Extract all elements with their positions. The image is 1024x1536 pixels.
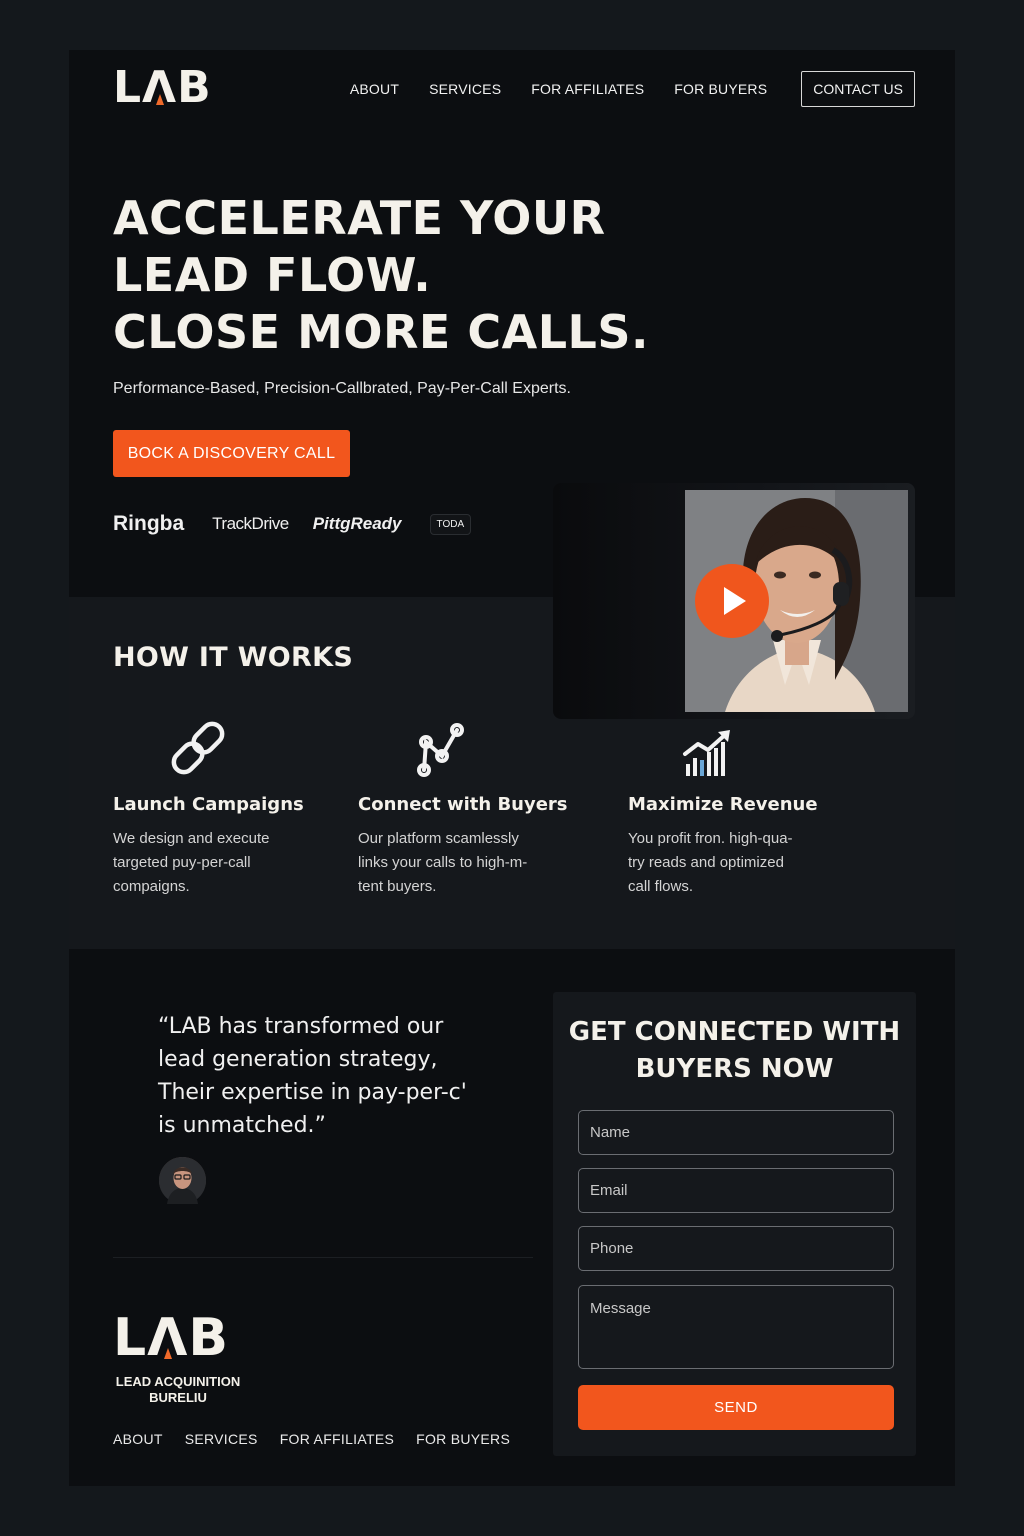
message-input[interactable] (578, 1285, 894, 1369)
step-title: Connect with Buyers (358, 794, 568, 815)
partner-toda: TODA (429, 513, 472, 535)
logo-letter-b: B (188, 1308, 230, 1368)
play-icon[interactable] (695, 564, 769, 638)
nav-about[interactable]: ABOUT (350, 81, 399, 97)
nav-for-affiliates[interactable]: FOR AFFILIATES (531, 81, 644, 97)
how-it-works-title: HOW IT WORKS (113, 642, 354, 673)
hero-title-line-2: LEAD FLOW. (113, 248, 432, 302)
name-input[interactable] (578, 1110, 894, 1155)
step-line: call flows. (628, 878, 694, 895)
step-title: Maximize Revenue (628, 794, 818, 815)
partner-trackdrive: TrackDrive (212, 514, 289, 533)
step-description: You profit fron. high-qua- try reads and… (628, 827, 818, 899)
footer-nav-services[interactable]: SERVICES (185, 1431, 258, 1447)
logo[interactable]: LΛB (113, 66, 212, 110)
logo-letter-l: L (113, 1308, 148, 1368)
phone-input[interactable] (578, 1226, 894, 1271)
form-title-line: BUYERS NOW (635, 1054, 834, 1084)
step-line: try reads and optimized (628, 854, 784, 871)
partner-pittgready: PittgReady (312, 514, 402, 533)
footer-logo[interactable]: LΛB LEAD ACQUINITION BURELIU (113, 1312, 243, 1406)
step-maximize-revenue: Maximize Revenue You profit fron. high-q… (628, 718, 818, 899)
email-input[interactable] (578, 1168, 894, 1213)
footer-nav: ABOUT SERVICES FOR AFFILIATES FOR BUYERS (113, 1431, 532, 1447)
hero-title: ACCELERATE YOUR LEAD FLOW. CLOSE MORE CA… (113, 190, 649, 361)
step-title: Launch Campaigns (113, 794, 304, 815)
hero-title-line-1: ACCELERATE YOUR (113, 191, 606, 245)
form-title-line: GET CONNECTED WITH (568, 1017, 901, 1047)
video-player[interactable] (553, 483, 915, 719)
testimonial-quote: “LAB has transformed our lead generation… (158, 1010, 488, 1142)
step-line: You profit fron. high-qua- (628, 830, 793, 847)
quote-line: lead generation strategy, (158, 1047, 438, 1072)
logo-letter-b: B (177, 62, 212, 113)
quote-line: “LAB has transformed our (158, 1014, 444, 1039)
footer-nav-about[interactable]: ABOUT (113, 1431, 163, 1447)
footer-logo-sub-line: BURELIU (149, 1390, 207, 1405)
step-line: We design and execute (113, 830, 270, 847)
quote-line: is unmatched.” (158, 1113, 326, 1138)
step-line: compaigns. (113, 878, 190, 895)
main-nav: ABOUT SERVICES FOR AFFILIATES FOR BUYERS… (350, 71, 915, 107)
partner-logos: Ringba TrackDrive PittgReady TODA (113, 512, 472, 536)
chain-link-icon (113, 718, 304, 780)
nav-for-buyers[interactable]: FOR BUYERS (674, 81, 767, 97)
logo-letter-a: Λ (147, 1308, 189, 1368)
logo-letter-a: Λ (142, 62, 178, 113)
footer-logo-subtitle: LEAD ACQUINITION BURELIU (113, 1374, 243, 1406)
partner-ringba: Ringba (113, 512, 185, 535)
avatar (159, 1157, 206, 1204)
contact-form: GET CONNECTED WITH BUYERS NOW SEND (553, 992, 916, 1456)
book-discovery-call-button[interactable]: BOCK A DISCOVERY CALL (113, 430, 350, 477)
step-connect-with-buyers: Connect with Buyers Our platform scamles… (358, 718, 568, 899)
divider (113, 1257, 533, 1258)
step-line: targeted puy-per-call (113, 854, 251, 871)
send-button[interactable]: SEND (578, 1385, 894, 1430)
quote-line: Their expertise in pay-per-c' (158, 1080, 467, 1105)
form-title: GET CONNECTED WITH BUYERS NOW (553, 1014, 916, 1088)
footer-nav-for-affiliates[interactable]: FOR AFFILIATES (280, 1431, 394, 1447)
step-line: Our platform scamlessly (358, 830, 519, 847)
nav-services[interactable]: SERVICES (429, 81, 501, 97)
logo-letter-l: L (113, 62, 143, 113)
footer-logo-sub-line: LEAD ACQUINITION (115, 1374, 241, 1389)
step-description: We design and execute targeted puy-per-c… (113, 827, 304, 899)
contact-us-button[interactable]: CONTACT US (801, 71, 915, 107)
step-line: links your calls to high-m- (358, 854, 528, 871)
step-line: tent buyers. (358, 878, 437, 895)
step-launch-campaigns: Launch Campaigns We design and execute t… (113, 718, 304, 899)
step-description: Our platform scamlessly links your calls… (358, 827, 568, 899)
hero-subtitle: Performance-Based, Precision-Callbrated,… (113, 380, 571, 397)
revenue-chart-icon (628, 718, 818, 780)
hero-title-line-3: CLOSE MORE CALLS. (113, 305, 649, 359)
connection-nodes-icon (358, 718, 568, 780)
footer-nav-for-buyers[interactable]: FOR BUYERS (416, 1431, 510, 1447)
